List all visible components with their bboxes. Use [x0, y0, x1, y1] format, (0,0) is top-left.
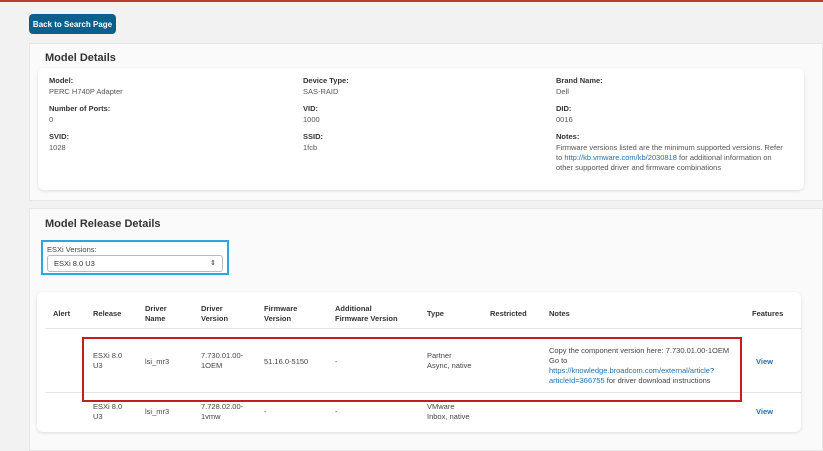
- release-table: Alert Release Driver Name Driver Version F…: [37, 292, 801, 432]
- vid-field: VID: 1000: [303, 104, 320, 124]
- esxi-version-selector: ESXi Versions: ESXi 8.0 U3 ⇕: [41, 240, 229, 275]
- col-additional-firmware: Additional Firmware Version: [335, 304, 398, 323]
- select-arrows-icon: ⇕: [210, 260, 216, 267]
- release-details-title: Model Release Details: [45, 218, 161, 230]
- header-divider: [45, 328, 801, 329]
- row2-type: VMware Inbox, native: [427, 402, 470, 421]
- back-to-search-button[interactable]: Back to Search Page: [29, 14, 116, 34]
- col-type: Type: [427, 309, 444, 318]
- model-field: Model: PERC H740P Adapter: [49, 76, 123, 96]
- row2-driver-name: lsi_mr3: [145, 407, 170, 416]
- col-firmware-version: Firmware Version: [264, 304, 298, 323]
- model-details-title: Model Details: [45, 52, 116, 64]
- release-details-panel: Model Release Details ESXi Versions: ESX…: [29, 208, 823, 451]
- svid-field: SVID: 1028: [49, 132, 70, 152]
- did-field: DID: 0016: [556, 104, 573, 124]
- model-value: PERC H740P Adapter: [49, 87, 123, 96]
- col-alert: Alert: [53, 309, 71, 318]
- svid-value: 1028: [49, 143, 66, 152]
- row2-view-link[interactable]: View: [756, 407, 773, 416]
- brand-value: Dell: [556, 87, 569, 96]
- col-driver-version: Driver Version: [201, 304, 229, 323]
- ports-field: Number of Ports: 0: [49, 104, 111, 124]
- esxi-version-label: ESXi Versions:: [47, 245, 97, 254]
- vid-value: 1000: [303, 115, 320, 124]
- kb-link[interactable]: http://kb.vmware.com/kb/2030818: [564, 153, 677, 162]
- notes-line-3: other supported driver and firmware comb…: [556, 163, 722, 172]
- col-features: Features: [752, 309, 784, 318]
- brand-field: Brand Name: Dell: [556, 76, 603, 96]
- row2-firmware-version: -: [264, 407, 267, 416]
- row2-driver-version: 7.728.02.00- 1vmw: [201, 402, 244, 421]
- device-type-value: SAS-RAID: [303, 87, 339, 96]
- did-value: 0016: [556, 115, 573, 124]
- col-release: Release: [93, 309, 122, 318]
- ssid-value: 1fcb: [303, 143, 318, 152]
- row2-additional-firmware: -: [335, 407, 338, 416]
- col-notes: Notes: [549, 309, 570, 318]
- col-restricted: Restricted: [490, 309, 527, 318]
- row1-highlight-box: [82, 337, 742, 402]
- model-details-panel: Model Details Model: PERC H740P Adapter …: [29, 43, 823, 201]
- esxi-version-select[interactable]: ESXi 8.0 U3 ⇕: [47, 255, 223, 272]
- device-type-field: Device Type: SAS-RAID: [303, 76, 349, 96]
- top-accent-rule: [0, 0, 823, 2]
- col-driver-name: Driver Name: [145, 304, 167, 323]
- notes-line-2: to http://kb.vmware.com/kb/2030818 for a…: [556, 153, 772, 162]
- notes-field: Notes: Firmware versions listed are the …: [556, 132, 801, 173]
- row2-release: ESXi 8.0 U3: [93, 402, 123, 421]
- ports-value: 0: [49, 115, 54, 124]
- notes-line-1: Firmware versions listed are the minimum…: [556, 143, 783, 152]
- model-details-card: Model: PERC H740P Adapter Number of Port…: [38, 68, 804, 190]
- row1-view-link[interactable]: View: [756, 357, 773, 366]
- ssid-field: SSID: 1fcb: [303, 132, 324, 152]
